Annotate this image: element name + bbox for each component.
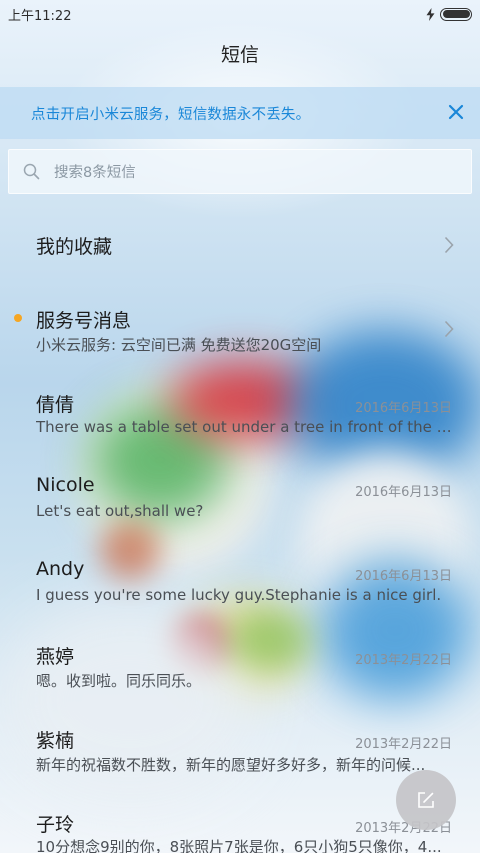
close-icon[interactable]	[446, 102, 466, 122]
contact-name: 燕婷	[36, 646, 75, 668]
message-date: 2016年6月13日	[355, 401, 452, 416]
service-messages-item[interactable]: 服务号消息 小米云服务: 云空间已满 免费送您20G空间	[0, 290, 480, 362]
contact-name: 紫楠	[36, 730, 75, 752]
service-messages-title: 服务号消息	[36, 310, 132, 332]
message-date: 2013年2月22日	[355, 653, 452, 668]
message-date: 2013年2月22日	[355, 737, 452, 752]
message-snippet: There was a table set out under a tree i…	[36, 418, 452, 436]
chevron-right-icon	[444, 320, 454, 338]
message-date: 2016年6月13日	[355, 569, 452, 584]
status-time: 上午11:22	[8, 8, 72, 24]
charging-bolt-icon	[426, 7, 435, 21]
compose-button[interactable]	[396, 770, 456, 830]
favorites-item[interactable]: 我的收藏	[0, 214, 480, 276]
message-snippet: 新年的祝福数不胜数，新年的愿望好多好多，新年的问候...	[36, 756, 426, 774]
message-snippet: Let's eat out,shall we?	[36, 502, 204, 520]
compose-icon	[418, 792, 434, 808]
status-bar: 上午11:22	[0, 0, 480, 28]
battery-icon	[440, 7, 472, 21]
contact-name: 倩倩	[36, 394, 75, 416]
message-date: 2016年6月13日	[355, 485, 452, 500]
message-snippet: 嗯。收到啦。同乐同乐。	[36, 672, 202, 690]
favorites-label: 我的收藏	[36, 236, 113, 258]
cloud-service-banner[interactable]: 点击开启小米云服务，短信数据永不丢失。	[0, 87, 480, 139]
contact-name: 子玲	[36, 814, 75, 836]
contact-name: Andy	[36, 558, 85, 580]
conversation-item[interactable]: 倩倩 2016年6月13日 There was a table set out …	[0, 375, 480, 451]
search-input[interactable]: 搜索8条短信	[8, 149, 472, 194]
service-messages-snippet: 小米云服务: 云空间已满 免费送您20G空间	[36, 336, 322, 354]
conversation-item[interactable]: 燕婷 2013年2月22日 嗯。收到啦。同乐同乐。	[0, 627, 480, 703]
unread-dot	[14, 314, 22, 322]
cloud-banner-text[interactable]: 点击开启小米云服务，短信数据永不丢失。	[31, 103, 310, 124]
page-title: 短信	[220, 44, 259, 66]
search-icon	[23, 163, 40, 180]
search-placeholder: 搜索8条短信	[54, 165, 136, 181]
message-snippet: 10分想念9别的你，8张照片7张是你，6只小狗5只像你，4...	[36, 838, 442, 853]
chevron-right-icon	[444, 236, 454, 254]
conversation-item[interactable]: Nicole 2016年6月13日 Let's eat out,shall we…	[0, 459, 480, 535]
message-snippet: I guess you're some lucky guy.Stephanie …	[36, 586, 442, 604]
contact-name: Nicole	[36, 474, 95, 496]
conversation-item[interactable]: Andy 2016年6月13日 I guess you're some luck…	[0, 543, 480, 619]
